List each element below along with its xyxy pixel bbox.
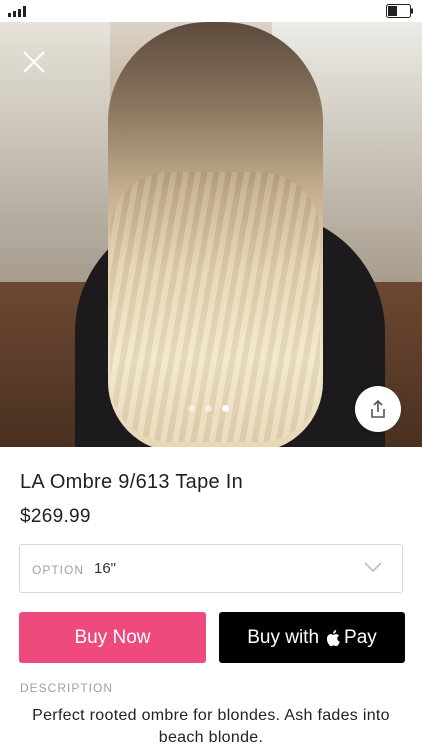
chevron-down-icon: [364, 562, 382, 573]
option-select[interactable]: OPTION 16": [19, 544, 403, 593]
carousel-dot-active[interactable]: [222, 405, 229, 412]
carousel-indicator: [188, 405, 229, 412]
image-subject: [110, 172, 320, 442]
description-heading: DESCRIPTION: [20, 681, 114, 695]
buy-now-label: Buy Now: [74, 626, 151, 648]
apple-logo-icon: [326, 629, 340, 646]
signal-icon: [8, 6, 26, 17]
description-text: Perfect rooted ombre for blondes. Ash fa…: [32, 707, 390, 746]
share-icon: [371, 399, 385, 418]
apple-pay-prefix: Buy with: [247, 626, 320, 648]
buy-now-button[interactable]: Buy Now: [19, 612, 206, 663]
share-button[interactable]: [355, 386, 401, 432]
status-bar: [0, 0, 422, 22]
carousel-dot[interactable]: [205, 405, 212, 412]
battery-icon: [386, 4, 413, 18]
product-image[interactable]: [0, 22, 422, 447]
carousel-dot[interactable]: [188, 405, 195, 412]
close-icon[interactable]: [20, 48, 48, 76]
apple-pay-suffix: Pay: [344, 626, 377, 648]
product-price: $269.99: [20, 506, 91, 527]
image-background: [0, 22, 110, 282]
apple-pay-button[interactable]: Buy with Pay: [219, 612, 405, 663]
product-title: LA Ombre 9/613 Tape In: [20, 471, 244, 493]
option-label: OPTION: [32, 563, 85, 577]
option-value: 16": [94, 560, 117, 577]
